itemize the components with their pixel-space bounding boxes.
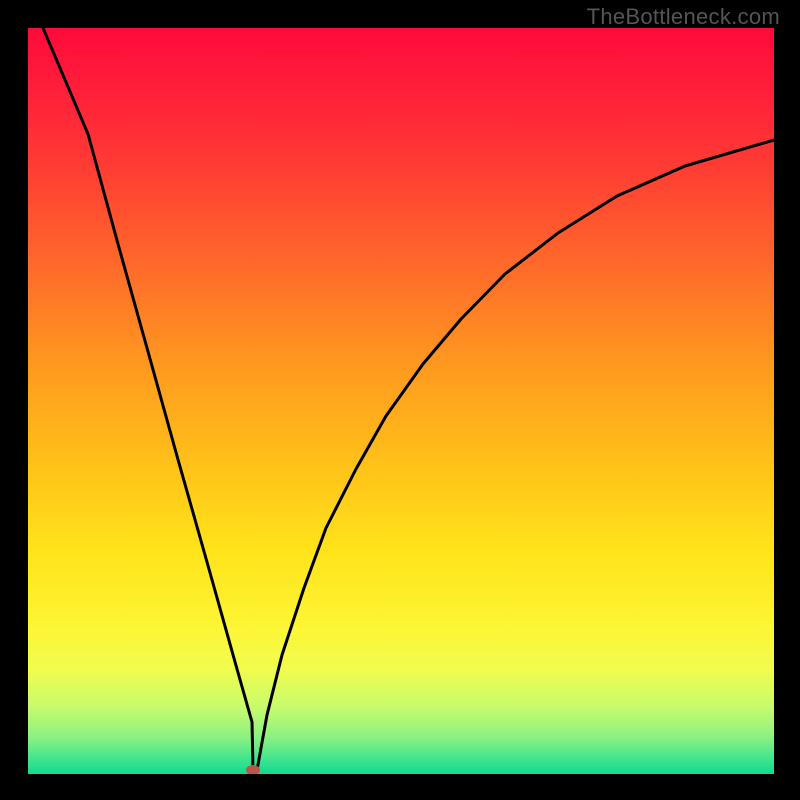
chart-svg [28,28,774,774]
watermark-text: TheBottleneck.com [587,4,780,30]
bottleneck-curve [43,28,774,771]
plot-area [28,28,774,774]
